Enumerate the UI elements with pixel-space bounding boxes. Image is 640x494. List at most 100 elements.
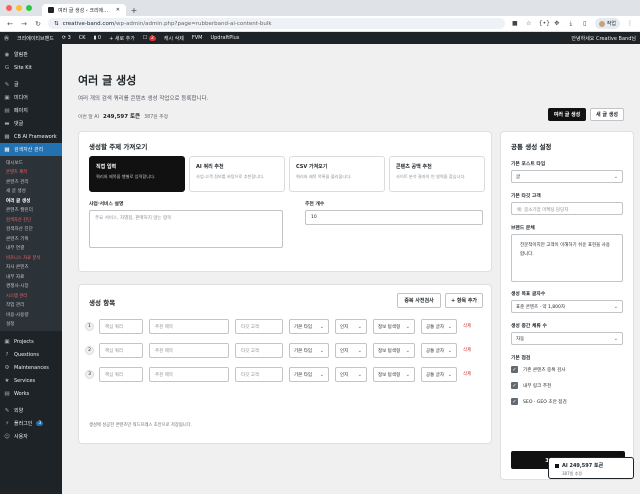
checkbox-checked-icon[interactable]: ✓ [511,398,518,405]
title-input[interactable]: 추천 제목 [149,319,229,334]
notifications-link[interactable]: ☐ 2 [143,35,156,41]
star-icon[interactable]: ☆ [525,20,533,27]
length-select[interactable]: 공통 글자 ⌄ [421,343,457,358]
sidebar-item-user[interactable]: ☺ 사용자 [0,430,62,443]
sidebar-subitem[interactable]: 비용·사용량 [0,310,62,320]
title-input[interactable]: 추천 제목 [149,367,229,382]
type-select[interactable]: 기본 타입 ⌄ [289,319,329,334]
browser-tab[interactable]: 여러 글 생성 ‹ 크리에이티브밴드 ... ✕ [42,4,126,16]
cache-clear-link[interactable]: 캐시 삭제 [164,35,184,42]
target-customer-input[interactable]: 타깃 고객 [235,367,283,382]
address-bar[interactable]: ⇅ creative-band.com/wp-admin/admin.php?p… [48,18,505,29]
sidebar-subitem[interactable]: 내부 연결 [0,244,62,254]
sidebar-subitem[interactable]: 내부 자료 [0,272,62,282]
sidebar-item-projects[interactable]: ▣ Projects [0,335,62,348]
reload-icon[interactable]: ↻ [34,20,42,28]
checkbox-checked-icon[interactable]: ✓ [511,382,518,389]
site-name-link[interactable]: 크리에이티브밴드 [17,35,54,42]
sidebar-item-comments[interactable]: ▬ 댓글 [0,117,62,130]
query-input[interactable]: 핵심 쿼리 [99,343,143,358]
sidebar-subitem[interactable]: 콘텐츠 관리 [0,177,62,187]
new-post-button[interactable]: 새 글 생성 [590,108,624,121]
sidebar-subitem[interactable]: 대시보드 [0,158,62,168]
type-select[interactable]: 기본 타입 ⌄ [289,343,329,358]
length-select[interactable]: 표준 콘텐츠 · 약 1,800자 ⌄ [511,300,623,313]
menu-icon[interactable]: ⋮ [626,20,634,27]
sidebar-item-pages[interactable]: ▤ 페이지 [0,104,62,117]
sidebar-subitem[interactable]: 콘텐츠 기획 [0,234,62,244]
sidebar-item-cb-ai[interactable]: ▦ CB AI Framework [0,130,62,143]
forward-icon[interactable]: → [20,20,28,28]
intent-select[interactable]: 인지 ⌄ [335,367,367,382]
title-input[interactable]: 추천 제목 [149,343,229,358]
delete-row-button[interactable]: 삭제 [463,371,471,377]
add-item-button[interactable]: + 항목 추가 [445,293,483,308]
option-ai-query[interactable]: AI 쿼리 추천 사업·고객 정보를 바탕으로 추천합니다. [189,156,285,192]
sidebar-item-media[interactable]: ▣ 미디어 [0,91,62,104]
target-customer-input[interactable]: 타깃 고객 [235,319,283,334]
info-type-select[interactable]: 정보 탐색형 ⌄ [373,343,415,358]
sidebar-subitem[interactable]: 검색자산 진단 [0,225,62,235]
sidebar-item-search-assets[interactable]: ▦ 검색자산 관리 [0,143,62,156]
target-input[interactable]: 예: 중소기업 마케팅 담당자 [511,202,623,215]
sidebar-subitem[interactable]: 경쟁사·시장 [0,282,62,292]
sidebar-item-maintenances[interactable]: ⚙ Maintenances [0,361,62,374]
check-seo-geo[interactable]: ✓ SEO · GEO 초안 점검 [511,398,567,405]
option-csv-import[interactable]: CSV 가져오기 쿼리와 제목 목록을 불러옵니다. [289,156,385,192]
sidebar-item-sitekit[interactable]: G Site Kit [0,61,62,74]
intent-select[interactable]: 인지 ⌄ [335,343,367,358]
target-customer-input[interactable]: 타깃 고객 [235,343,283,358]
sidebar-item-dashboard[interactable]: ◉ 알림판 [0,48,62,61]
new-tab-button[interactable]: + [128,4,140,16]
info-type-select[interactable]: 정보 탐색형 ⌄ [373,319,415,334]
sidebar-item-services[interactable]: ★ Services [0,374,62,387]
wordpress-logo-icon[interactable]: Ⓦ [4,35,9,42]
site-info-icon[interactable]: ⇅ [54,21,59,27]
extension-icon[interactable]: {•} [539,20,550,27]
sidebar-item-posts[interactable]: ✎ 글 [0,78,62,91]
interval-select[interactable]: 자동 ⌄ [511,332,623,345]
sidebar-item-plugin[interactable]: ⚡ 플러그인 3 [0,417,62,430]
close-window-button[interactable] [6,5,12,11]
account-greeting[interactable]: 안녕하세요 Creative Band님 [571,35,636,42]
check-internal-links[interactable]: ✓ 내부 링크 추천 [511,382,551,389]
sidebar-subitem[interactable]: 콘텐츠 캘린더 [0,206,62,216]
sidebar-subitem[interactable]: 작업 관리 [0,301,62,311]
biz-desc-textarea[interactable]: 주요 서비스, 차별점, 판매하지 않는 항목 [89,210,283,248]
option-direct-input[interactable]: 직접 입력 쿼리와 제목을 행별로 입력합니다. [89,156,185,192]
download-icon[interactable]: ⤓ [567,20,575,28]
intent-select[interactable]: 인지 ⌄ [335,319,367,334]
sidebar-item-appearance[interactable]: ✎ 외양 [0,404,62,417]
option-content-gap[interactable]: 콘텐츠 공백 추천 사이트 분석 결과의 빈 영역을 찾습니다. [389,156,485,192]
sidebar-item-works[interactable]: ▤ Works [0,387,62,400]
delete-row-button[interactable]: 삭제 [463,323,471,329]
fvm-link[interactable]: FVM [192,35,203,41]
query-input[interactable]: 핵심 쿼리 [99,319,143,334]
ck-link[interactable]: CK [79,35,86,41]
check-duplicate[interactable]: ✓ 기존 콘텐츠 중복 검사 [511,366,565,373]
sidebar-subitem[interactable]: 자사 콘텐츠 [0,263,62,273]
checkbox-checked-icon[interactable]: ✓ [511,366,518,373]
profile-button[interactable]: 작업 [594,18,620,29]
count-input[interactable]: 10 [305,210,483,225]
sidepanel-icon[interactable]: ▯ [581,20,589,27]
maximize-window-button[interactable] [26,5,32,11]
length-select[interactable]: 공통 글자 ⌄ [421,367,457,382]
minimize-window-button[interactable] [16,5,22,11]
comments-link[interactable]: ▮ 0 [94,35,102,41]
duplicate-check-button[interactable]: 중복 사전검사 [397,293,441,308]
bulk-create-button[interactable]: 여러 글 생성 [548,108,586,121]
screen-icon[interactable]: ■ [511,20,519,27]
sidebar-subitem[interactable]: 여러 글 생성 [0,196,62,206]
back-icon[interactable]: ← [6,20,14,28]
length-select[interactable]: 공통 글자 ⌄ [421,319,457,334]
post-type-select[interactable]: 글 ⌄ [511,170,623,183]
info-type-select[interactable]: 정보 탐색형 ⌄ [373,367,415,382]
delete-row-button[interactable]: 삭제 [463,347,471,353]
updates-link[interactable]: ⟳ 3 [62,35,71,41]
updraftplus-link[interactable]: UpdraftPlus [210,35,239,41]
tone-textarea[interactable]: 전문적이지만 고객이 이해하기 쉬운 표현을 사용합니다. [511,234,623,282]
type-select[interactable]: 기본 타입 ⌄ [289,367,329,382]
sidebar-item-questions[interactable]: ? Questions [0,348,62,361]
sidebar-subitem[interactable]: 새 글 생성 [0,187,62,197]
